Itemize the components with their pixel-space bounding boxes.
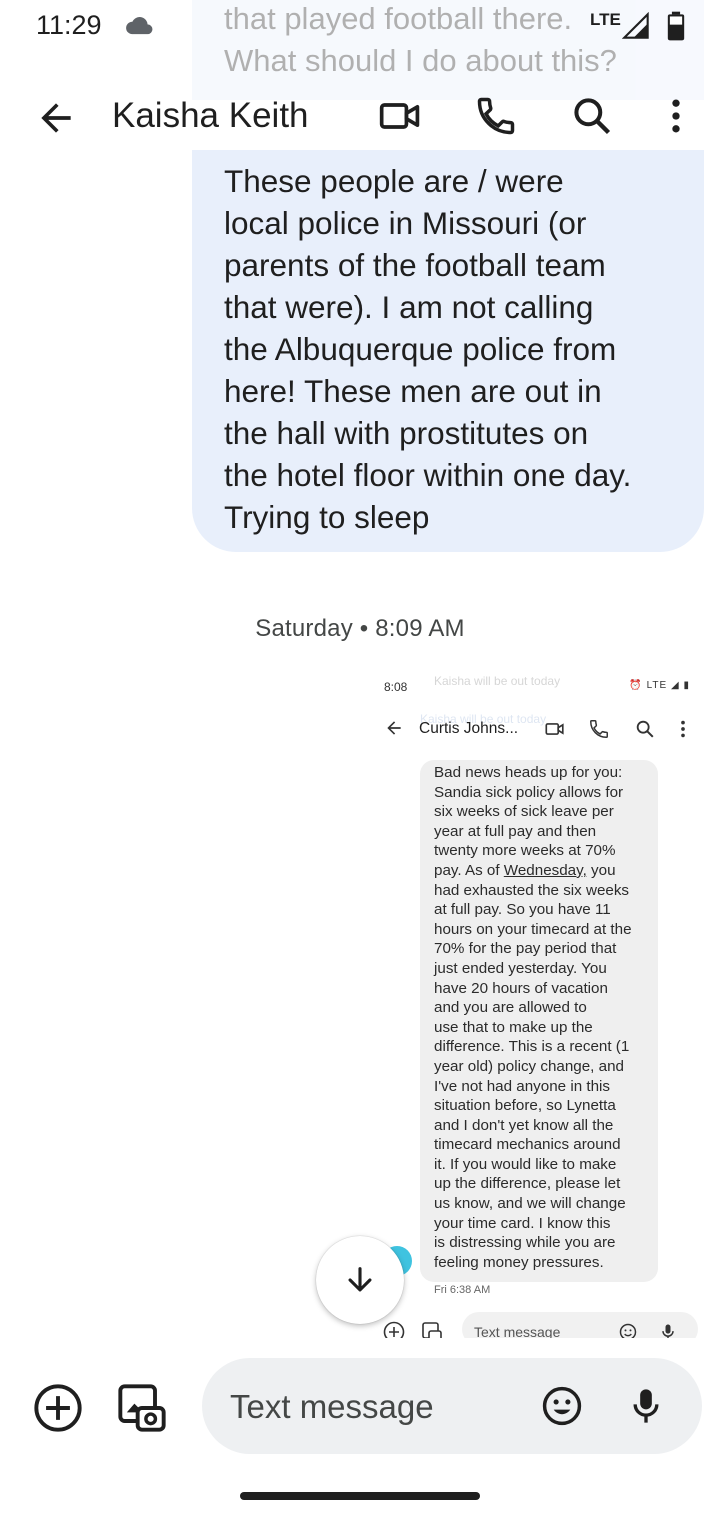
status-bar: 11:29 LTE: [0, 0, 720, 52]
network-type: LTE: [590, 10, 621, 29]
attachment-compose-placeholder: Text message: [474, 1324, 561, 1338]
more-vert-icon: [681, 720, 685, 738]
cloud-icon: [126, 17, 153, 35]
alarm-icon: ⏰: [629, 680, 643, 691]
message-bubble-outgoing[interactable]: These people are / were local police in …: [192, 150, 704, 552]
attachment-message-link: Wednesday,: [503, 861, 587, 879]
phone-call-button[interactable]: [474, 94, 518, 138]
gallery-icon: [422, 1322, 442, 1338]
voice-input-button[interactable]: [626, 1384, 666, 1428]
battery-icon: ▮: [683, 680, 690, 691]
attachment-message-bubble: Bad news heads up for you: Sandia sick p…: [420, 760, 658, 1282]
back-button[interactable]: [34, 96, 78, 140]
signal-icon: [622, 12, 649, 39]
attachment-message-time: Fri 6:38 AM: [434, 1284, 491, 1296]
mic-icon: [662, 1324, 674, 1338]
attachment-status-time: 8:08: [384, 680, 408, 694]
add-attachment-button[interactable]: [32, 1382, 84, 1434]
conversation-area[interactable]: that played football there. What should …: [0, 0, 720, 1340]
attachment-header: Curtis Johns...: [372, 714, 702, 746]
gallery-button[interactable]: [116, 1382, 168, 1434]
search-button[interactable]: [570, 94, 614, 138]
search-icon: [636, 720, 654, 738]
message-input-placeholder[interactable]: Text message: [230, 1388, 434, 1426]
image-attachment[interactable]: 8:08 Kaisha will be out today Kaisha wil…: [372, 670, 702, 1338]
video-call-icon: [545, 723, 564, 735]
date-separator: Saturday • 8:09 AM: [0, 615, 720, 643]
attachment-notification-text: Kaisha will be out today: [434, 674, 561, 688]
emoji-button[interactable]: [540, 1384, 584, 1428]
more-options-button[interactable]: [654, 94, 698, 138]
conversation-header: Kaisha Keith: [0, 70, 720, 180]
contact-name[interactable]: Kaisha Keith: [112, 96, 309, 136]
attachment-message-part2: you had exhausted the six weeks at full …: [434, 861, 632, 1271]
attachment-network-label: LTE: [646, 680, 668, 691]
attachment-compose-bar: Text message: [372, 1310, 702, 1338]
video-call-button[interactable]: [378, 94, 422, 138]
attachment-status-icons: ⏰ LTE ◢ ▮: [629, 680, 690, 691]
emoji-icon: [619, 1323, 637, 1338]
status-time: 11:29: [36, 10, 102, 40]
battery-icon: [666, 11, 686, 46]
gesture-nav-handle[interactable]: [240, 1492, 480, 1500]
arrow-down-icon: [348, 1267, 372, 1292]
attachment-contact-name: Curtis Johns...: [419, 720, 519, 737]
phone-icon: [590, 720, 608, 738]
signal-icon: ◢: [671, 680, 680, 691]
scroll-to-bottom-button[interactable]: [316, 1236, 404, 1324]
back-arrow-icon: [387, 721, 401, 735]
add-icon: [383, 1321, 405, 1338]
compose-bar: Text message: [0, 1350, 720, 1460]
date-separator-text: Saturday • 8:09 AM: [255, 615, 465, 642]
